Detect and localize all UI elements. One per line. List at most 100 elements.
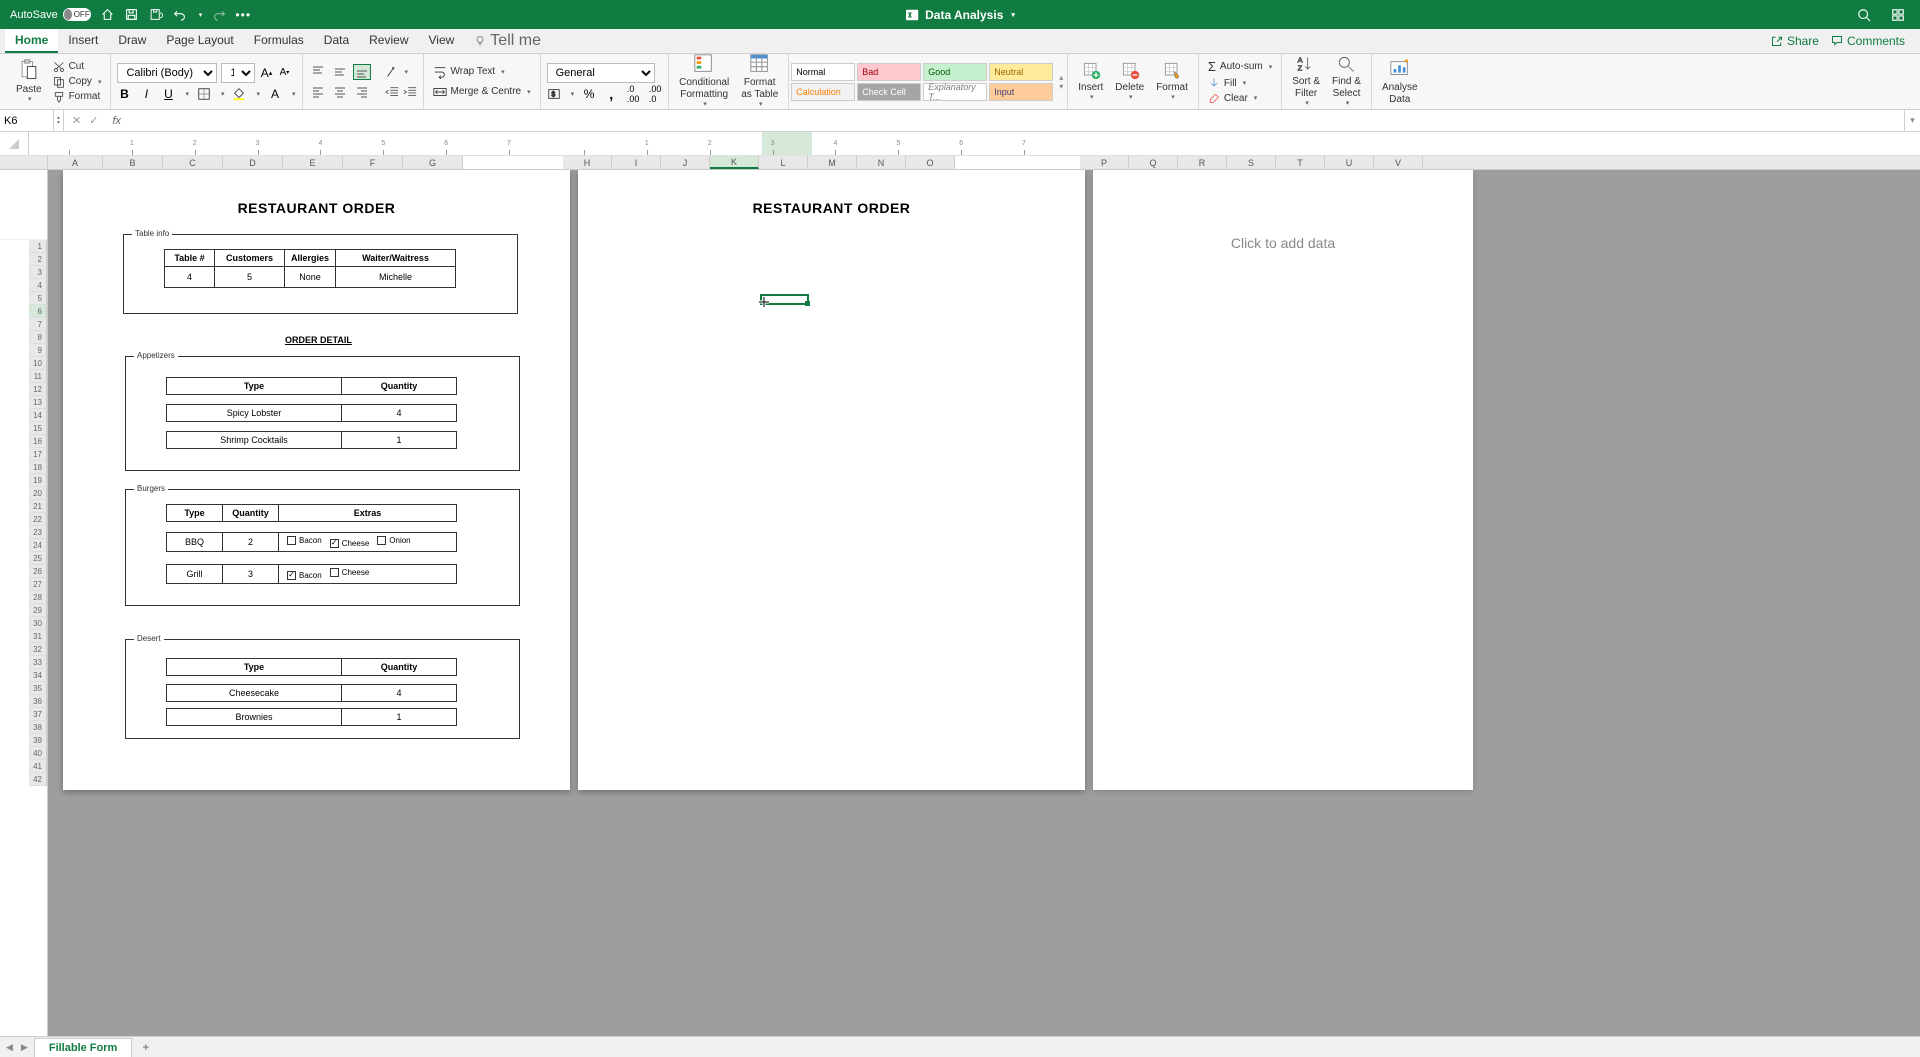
fx-icon[interactable]: fx: [112, 115, 121, 127]
col-header-E[interactable]: E: [283, 156, 343, 169]
row-header-2[interactable]: 2: [29, 253, 47, 266]
cancel-formula-icon[interactable]: ✕: [72, 114, 81, 127]
row-header-11[interactable]: 11: [29, 370, 47, 383]
row-header-7[interactable]: 7: [29, 318, 47, 331]
style-calculation[interactable]: Calculation: [791, 83, 855, 101]
style-input[interactable]: Input: [989, 83, 1053, 101]
row-header-41[interactable]: 41: [29, 760, 47, 773]
row-header-15[interactable]: 15: [29, 422, 47, 435]
row-header-3[interactable]: 3: [29, 266, 47, 279]
row-header-18[interactable]: 18: [29, 461, 47, 474]
menu-data[interactable]: Data: [314, 29, 359, 53]
col-header-T[interactable]: T: [1276, 156, 1325, 169]
row-header-33[interactable]: 33: [29, 656, 47, 669]
bold-button[interactable]: B: [117, 87, 131, 101]
cut-button[interactable]: Cut: [50, 60, 105, 74]
expand-formula-icon[interactable]: ▾: [1904, 110, 1920, 131]
row-header-21[interactable]: 21: [29, 500, 47, 513]
conditional-formatting-button[interactable]: Conditional Formatting▾: [675, 51, 733, 111]
ribbon-options-icon[interactable]: [1891, 8, 1905, 22]
underline-button[interactable]: U: [161, 87, 175, 101]
gallery-down-icon[interactable]: ▾: [1059, 82, 1063, 91]
checkbox-bacon[interactable]: ✓Bacon: [287, 571, 322, 580]
checkbox-cheese[interactable]: ✓Cheese: [330, 539, 370, 548]
page-2[interactable]: RESTAURANT ORDER: [578, 170, 1085, 790]
menu-page-layout[interactable]: Page Layout: [156, 29, 243, 53]
copy-button[interactable]: Copy▾: [50, 75, 105, 89]
align-right-button[interactable]: [353, 84, 371, 100]
align-bottom-button[interactable]: [353, 64, 371, 80]
col-header-G[interactable]: G: [403, 156, 463, 169]
add-data-sidebar[interactable]: Click to add data: [1093, 170, 1473, 790]
orientation-button[interactable]: [385, 65, 399, 79]
row-header-24[interactable]: 24: [29, 539, 47, 552]
font-color-button[interactable]: A: [268, 87, 282, 101]
row-header-19[interactable]: 19: [29, 474, 47, 487]
style-neutral[interactable]: Neutral: [989, 63, 1053, 81]
row-header-14[interactable]: 14: [29, 409, 47, 422]
name-box[interactable]: [0, 110, 54, 131]
col-header-K[interactable]: K: [710, 156, 759, 169]
col-header-N[interactable]: N: [857, 156, 906, 169]
italic-button[interactable]: I: [139, 87, 153, 101]
increase-decimal-button[interactable]: .0.00: [626, 87, 640, 101]
align-left-button[interactable]: [309, 84, 327, 100]
checkbox-bacon[interactable]: Bacon: [287, 536, 322, 545]
increase-font-icon[interactable]: A▴: [259, 66, 273, 80]
col-header-L[interactable]: L: [759, 156, 808, 169]
row-header-23[interactable]: 23: [29, 526, 47, 539]
menu-draw[interactable]: Draw: [108, 29, 156, 53]
save-icon[interactable]: [125, 8, 139, 22]
border-button[interactable]: [197, 87, 211, 101]
row-header-34[interactable]: 34: [29, 669, 47, 682]
decrease-indent-button[interactable]: [385, 85, 399, 99]
col-header-V[interactable]: V: [1374, 156, 1423, 169]
insert-cells-button[interactable]: Insert▾: [1074, 58, 1107, 104]
row-header-40[interactable]: 40: [29, 747, 47, 760]
row-header-29[interactable]: 29: [29, 604, 47, 617]
style-checkcell[interactable]: Check Cell: [857, 83, 921, 101]
col-header-C[interactable]: C: [163, 156, 223, 169]
col-header-R[interactable]: R: [1178, 156, 1227, 169]
wrap-text-button[interactable]: Wrap Text▾: [430, 64, 534, 80]
col-header-J[interactable]: J: [661, 156, 710, 169]
row-header-8[interactable]: 8: [29, 331, 47, 344]
row-header-39[interactable]: 39: [29, 734, 47, 747]
page-1[interactable]: RESTAURANT ORDER Table info Table #Custo…: [63, 170, 570, 790]
row-header-28[interactable]: 28: [29, 591, 47, 604]
row-header-1[interactable]: 1: [29, 240, 47, 253]
menu-home[interactable]: Home: [5, 29, 58, 53]
autosave-toggle[interactable]: AutoSave OFF: [10, 8, 91, 21]
add-sheet-button[interactable]: +: [132, 1037, 159, 1057]
row-header-25[interactable]: 25: [29, 552, 47, 565]
format-as-table-button[interactable]: Format as Table▾: [737, 51, 782, 111]
col-header-P[interactable]: P: [1080, 156, 1129, 169]
undo-icon[interactable]: [173, 8, 187, 22]
style-good[interactable]: Good: [923, 63, 987, 81]
row-header-32[interactable]: 32: [29, 643, 47, 656]
col-header-B[interactable]: B: [103, 156, 163, 169]
font-size-select[interactable]: 12: [221, 63, 255, 83]
row-header-27[interactable]: 27: [29, 578, 47, 591]
menu-insert[interactable]: Insert: [58, 29, 108, 53]
gallery-up-icon[interactable]: ▴: [1059, 73, 1063, 82]
style-explanatoryt[interactable]: Explanatory T...: [923, 83, 987, 101]
paste-button[interactable]: Paste ▾: [12, 56, 46, 106]
row-header-17[interactable]: 17: [29, 448, 47, 461]
ruler-corner-icon[interactable]: [0, 132, 29, 155]
row-header-36[interactable]: 36: [29, 695, 47, 708]
sheet-next-icon[interactable]: ▶: [21, 1042, 28, 1053]
menu-view[interactable]: View: [419, 29, 465, 53]
menu-review[interactable]: Review: [359, 29, 418, 53]
row-header-20[interactable]: 20: [29, 487, 47, 500]
row-header-16[interactable]: 16: [29, 435, 47, 448]
comments-button[interactable]: Comments: [1831, 34, 1905, 48]
col-header-Q[interactable]: Q: [1129, 156, 1178, 169]
increase-indent-button[interactable]: [403, 85, 417, 99]
col-header-S[interactable]: S: [1227, 156, 1276, 169]
col-header-D[interactable]: D: [223, 156, 283, 169]
row-header-42[interactable]: 42: [29, 773, 47, 786]
delete-cells-button[interactable]: Delete▾: [1111, 58, 1148, 104]
more-icon[interactable]: •••: [236, 8, 250, 22]
row-header-37[interactable]: 37: [29, 708, 47, 721]
